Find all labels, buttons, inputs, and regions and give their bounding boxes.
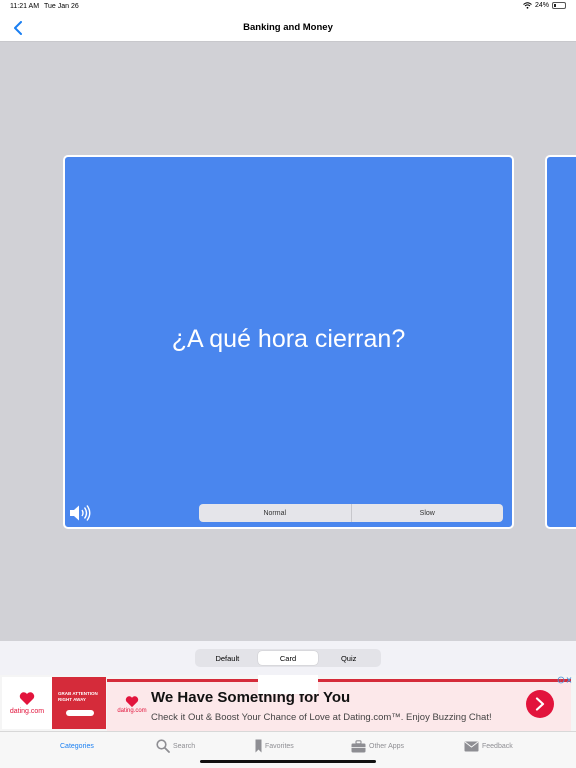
tab-search-label: Search: [173, 742, 196, 750]
ad-logo-text: dating.com: [117, 708, 147, 714]
tab-feedback[interactable]: Feedback: [464, 738, 513, 754]
svg-text:i: i: [560, 678, 561, 683]
chevron-right-icon: [535, 697, 545, 711]
ad-logo: dating.com: [115, 696, 149, 714]
mode-card-tab[interactable]: Card: [257, 651, 319, 665]
battery-icon: [552, 2, 566, 9]
status-time: 11:21 AM: [10, 3, 40, 10]
flashcard[interactable]: ¿A qué hora cierran? Normal Slow: [63, 155, 514, 529]
tab-categories-label: Categories: [60, 742, 94, 750]
speed-slow-button[interactable]: Slow: [350, 504, 504, 522]
speed-normal-button[interactable]: Normal: [199, 504, 351, 522]
tab-other-apps[interactable]: Other Apps: [351, 738, 404, 754]
status-indicators: 24%: [523, 2, 566, 9]
home-indicator[interactable]: [200, 760, 376, 763]
ad-thumb-text: GRAB ATTENTION RIGHT AWAY: [58, 691, 98, 702]
mode-default-tab[interactable]: Default: [197, 651, 258, 665]
status-date: Tue Jan 26: [44, 3, 79, 10]
next-flashcard[interactable]: [545, 155, 576, 529]
ad-main[interactable]: dating.com We Have Something for You Che…: [107, 679, 571, 731]
wifi-icon: [523, 2, 532, 9]
speed-control: Normal Slow: [199, 504, 503, 522]
ad-thumb-logo: dating.com: [2, 677, 52, 729]
tab-search[interactable]: Search: [156, 738, 195, 754]
nav-bar: Banking and Money: [0, 14, 576, 42]
tab-favorites-label: Favorites: [265, 742, 294, 750]
envelope-icon: [464, 741, 479, 751]
ad-headline: We Have Something for You: [151, 689, 351, 706]
heart-icon: [19, 691, 35, 705]
bookmark-icon: [255, 739, 262, 753]
ad-thumbnail[interactable]: dating.com GRAB ATTENTION RIGHT AWAY: [2, 677, 106, 729]
flashcard-area[interactable]: ¿A qué hora cierran? Normal Slow: [0, 42, 576, 641]
status-bar: 11:21 AM Tue Jan 26 24%: [0, 0, 576, 14]
ad-thumb-logo-text: dating.com: [9, 707, 45, 715]
ad-subline: Check it Out & Boost Your Chance of Love…: [151, 712, 492, 723]
page-title: Banking and Money: [243, 22, 333, 33]
mode-segmented-control: Default Card Quiz: [195, 649, 381, 667]
tab-categories[interactable]: Categories: [60, 738, 94, 754]
ad-overlay-patch: [258, 675, 318, 694]
mode-quiz-tab[interactable]: Quiz: [318, 651, 379, 665]
speaker-icon[interactable]: [69, 504, 91, 522]
tab-feedback-label: Feedback: [482, 742, 513, 750]
search-icon: [156, 739, 170, 753]
tab-other-apps-label: Other Apps: [369, 742, 405, 750]
ad-thumb-pill: [66, 710, 94, 716]
briefcase-icon: [351, 739, 366, 752]
mode-bar: Default Card Quiz: [0, 641, 576, 675]
tab-favorites[interactable]: Favorites: [255, 738, 294, 754]
ad-banner[interactable]: dating.com GRAB ATTENTION RIGHT AWAY dat…: [0, 675, 576, 731]
ad-choices-icon[interactable]: i: [557, 676, 573, 686]
card-phrase: ¿A qué hora cierran?: [171, 325, 406, 353]
battery-percent: 24%: [534, 2, 549, 9]
ad-arrow-button[interactable]: [526, 690, 554, 718]
heart-icon: [125, 696, 139, 708]
